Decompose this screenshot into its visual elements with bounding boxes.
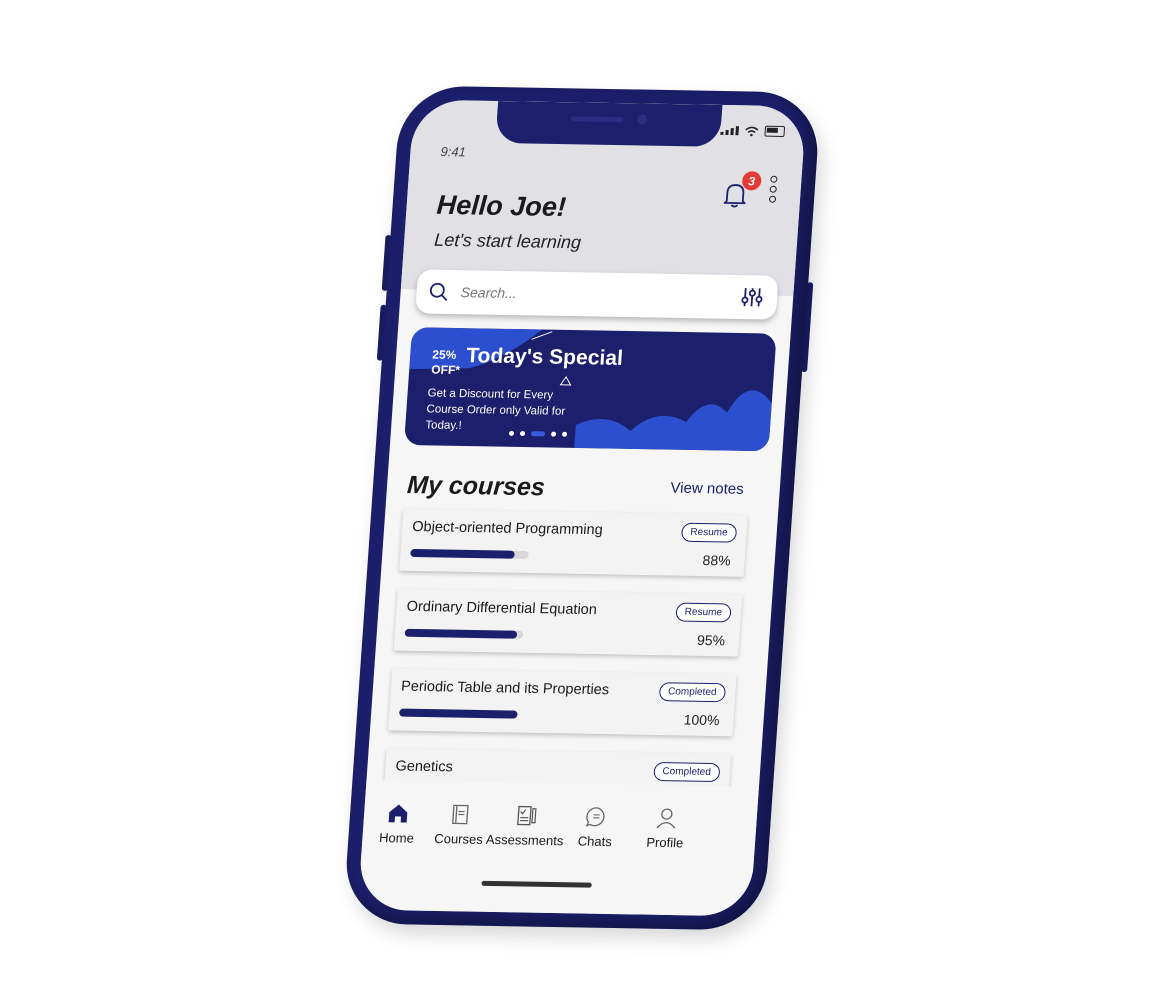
progress-percent: 100% <box>683 711 721 729</box>
profile-icon <box>656 808 676 829</box>
wifi-icon <box>745 126 759 136</box>
bottom-nav: Home Courses Assessments Chats Profile <box>357 779 759 917</box>
speaker <box>570 116 624 123</box>
course-title: Ordinary Differential Equation <box>406 598 598 619</box>
nav-label: Assessments <box>485 831 564 849</box>
nav-label: Home <box>378 830 415 846</box>
assessment-icon <box>517 805 537 826</box>
discount-percent: 25% <box>431 347 457 362</box>
status-icons <box>720 125 786 137</box>
search-icon <box>429 282 448 302</box>
progress-track <box>404 628 524 639</box>
course-title: Object-oriented Programming <box>411 519 604 539</box>
home-indicator <box>481 880 592 888</box>
completed-button[interactable]: Completed <box>658 682 727 703</box>
carousel-dots <box>508 430 568 437</box>
battery-icon <box>764 125 786 137</box>
app-header: 9:41 Hello Joe! Let's start learning 3 <box>400 99 807 296</box>
progress-percent: 95% <box>696 631 726 649</box>
front-camera <box>636 114 648 125</box>
book-icon <box>451 804 469 825</box>
promo-banner[interactable]: 25% OFF* Today's Special Get a Discount … <box>403 327 777 452</box>
progress-fill <box>410 548 515 559</box>
more-options-icon[interactable] <box>768 175 778 203</box>
home-icon <box>388 804 408 823</box>
notification-badge: 3 <box>741 171 762 191</box>
course-title: Periodic Table and its Properties <box>400 678 610 699</box>
status-time: 9:41 <box>440 143 467 160</box>
view-notes-link[interactable]: View notes <box>670 480 744 498</box>
resume-button[interactable]: Resume <box>675 602 732 623</box>
progress-track <box>399 708 518 719</box>
progress-percent: 88% <box>702 552 732 569</box>
notch <box>495 101 723 147</box>
completed-button[interactable]: Completed <box>652 761 721 783</box>
chat-icon <box>585 807 605 827</box>
carousel-dot[interactable] <box>550 431 557 437</box>
nav-label: Profile <box>645 834 684 851</box>
course-card[interactable]: Ordinary Differential Equation Resume 95… <box>393 588 743 657</box>
progress-track <box>410 548 529 559</box>
app-screen: 9:41 Hello Joe! Let's start learning 3 S… <box>357 99 807 917</box>
progress-fill <box>399 708 518 719</box>
course-title: Genetics <box>394 758 454 776</box>
discount-label: 25% OFF* <box>431 348 462 378</box>
course-card[interactable]: Periodic Table and its Properties Comple… <box>388 668 737 737</box>
nav-label: Courses <box>433 831 484 847</box>
course-card[interactable]: Object-oriented Programming Resume 88% <box>399 508 748 577</box>
greeting-subtitle: Let's start learning <box>433 229 582 253</box>
search-input[interactable] <box>458 283 664 305</box>
discount-suffix: OFF* <box>430 362 461 378</box>
carousel-dot[interactable] <box>508 430 515 436</box>
carousel-dot-active[interactable] <box>530 431 546 437</box>
carousel-dot[interactable] <box>519 431 526 437</box>
nav-label: Chats <box>577 833 613 850</box>
filter-icon[interactable] <box>740 286 764 308</box>
search-bar <box>415 269 779 320</box>
greeting-title: Hello Joe! <box>435 189 568 223</box>
carousel-dot[interactable] <box>561 431 568 437</box>
phone-frame: 9:41 Hello Joe! Let's start learning 3 S… <box>342 85 822 931</box>
progress-fill <box>404 628 518 639</box>
section-title: My courses <box>406 471 546 502</box>
resume-button[interactable]: Resume <box>680 522 738 543</box>
phone-mockup: 9:41 Hello Joe! Let's start learning 3 S… <box>342 85 822 931</box>
promo-title: Today's Special <box>465 344 624 370</box>
signal-icon <box>720 126 740 136</box>
promo-description: Get a Discount for Every Course Order on… <box>424 387 566 432</box>
nav-profile[interactable]: Profile <box>624 806 707 850</box>
